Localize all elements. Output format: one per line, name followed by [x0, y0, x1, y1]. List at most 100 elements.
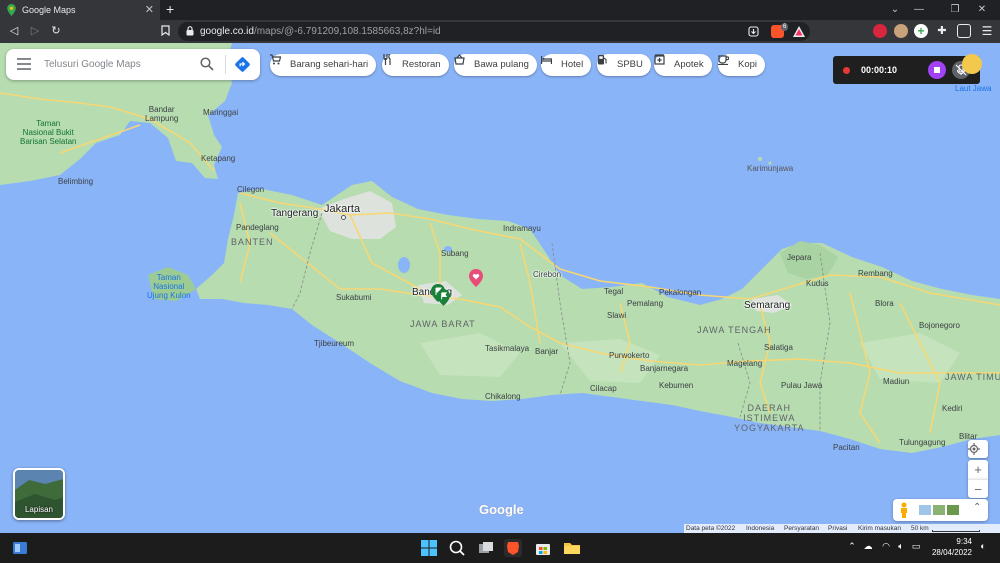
- battery-icon[interactable]: ▭: [910, 541, 922, 552]
- map-label-tjibeureum[interactable]: Tjibeureum: [314, 339, 354, 348]
- map-label-semarang[interactable]: Semarang: [744, 300, 790, 311]
- extension-face-icon[interactable]: [894, 24, 908, 38]
- map-label-pulau-jawa[interactable]: Pulau Jawa: [781, 381, 822, 390]
- map-label-jakarta[interactable]: Jakarta: [324, 203, 360, 215]
- install-app-icon[interactable]: [748, 26, 759, 37]
- bookmark-icon[interactable]: [156, 22, 174, 40]
- map-label-taman-nasional-bukit-barisan[interactable]: Taman Nasional Bukit Barisan Selatan: [20, 119, 76, 146]
- pegman-icon[interactable]: [899, 502, 909, 518]
- map-label-cilegon[interactable]: Cilegon: [237, 185, 264, 194]
- layers-toggle-button[interactable]: Lapisan: [13, 468, 65, 520]
- close-tab-icon[interactable]: ✕: [145, 0, 154, 20]
- map-label-indramayu[interactable]: Indramayu: [503, 224, 541, 233]
- extension-red-icon[interactable]: [873, 24, 887, 38]
- map-label-pacitan[interactable]: Pacitan: [833, 443, 860, 452]
- back-icon[interactable]: ◁: [5, 22, 23, 40]
- map-label-tangerang[interactable]: Tangerang: [271, 208, 318, 219]
- map-label-purwokerto[interactable]: Purwokerto: [609, 351, 649, 360]
- map-label-maringgai[interactable]: Maringgai: [203, 108, 238, 117]
- address-bar[interactable]: google.co.id/maps/@-6.791209,108.1585663…: [178, 22, 810, 41]
- map-label-sukabumi[interactable]: Sukabumi: [336, 293, 372, 302]
- map-label-banjarnegara[interactable]: Banjarnegara: [640, 364, 688, 373]
- show-hidden-icons-icon[interactable]: ⌃: [846, 541, 858, 552]
- flag-pin-icon-2[interactable]: [437, 289, 450, 306]
- maximize-window-icon[interactable]: ❐: [943, 0, 967, 20]
- forward-icon[interactable]: ▷: [26, 22, 44, 40]
- map-label-cilacap[interactable]: Cilacap: [590, 384, 617, 393]
- map-label-ketapang[interactable]: Ketapang: [201, 154, 235, 163]
- chip-pharmacies[interactable]: Apotek: [654, 54, 712, 76]
- attribution-country[interactable]: Indonesia: [746, 524, 774, 533]
- jakarta-capital-marker[interactable]: [341, 215, 346, 220]
- map-label-subang[interactable]: Subang: [441, 249, 469, 258]
- search-input[interactable]: [44, 55, 194, 74]
- chip-takeout[interactable]: Bawa pulang: [454, 54, 537, 76]
- browser-menu-icon[interactable]: ☰: [980, 24, 994, 38]
- map-label-slawi[interactable]: Slawi: [607, 311, 626, 320]
- stop-recording-button[interactable]: [928, 61, 946, 79]
- map-label-tegal[interactable]: Tegal: [604, 287, 623, 296]
- map-label-tulungagung[interactable]: Tulungagung: [899, 438, 945, 447]
- chip-hotels[interactable]: Hotel: [541, 54, 592, 76]
- volume-icon[interactable]: 🔈︎: [895, 541, 907, 552]
- map-label-kebumen[interactable]: Kebumen: [659, 381, 693, 390]
- map-label-taman-ujung-kulon[interactable]: Taman Nasional Ujung Kulon: [147, 273, 191, 300]
- zoom-in-button[interactable]: +: [968, 460, 988, 479]
- reload-icon[interactable]: ↻: [47, 22, 65, 40]
- file-explorer-icon[interactable]: [563, 539, 581, 557]
- expand-icon[interactable]: ⌃: [973, 502, 981, 513]
- map-label-karimunjawa[interactable]: Karimunjawa: [747, 164, 793, 173]
- wifi-icon[interactable]: ◠: [880, 541, 892, 552]
- map-label-pemalang[interactable]: Pemalang: [627, 299, 663, 308]
- taskbar-search-icon[interactable]: [448, 539, 466, 557]
- map-label-kudus[interactable]: Kudus: [806, 279, 829, 288]
- map-label-pekalongan[interactable]: Pekalongan: [659, 288, 701, 297]
- map-label-belimbing[interactable]: Belimbing: [58, 177, 93, 186]
- map-label-bandar-lampung[interactable]: Bandar Lampung: [145, 105, 178, 123]
- extension-plus-icon[interactable]: +: [914, 24, 928, 38]
- chip-restaurants[interactable]: Restoran: [382, 54, 449, 76]
- brave-taskbar-icon[interactable]: [504, 539, 522, 557]
- terms-link[interactable]: Persyaratan: [784, 524, 819, 533]
- map-label-chikalong[interactable]: Chikalong: [485, 392, 521, 401]
- chip-gas-stations[interactable]: SPBU: [597, 54, 651, 76]
- minimize-window-icon[interactable]: —: [907, 0, 931, 20]
- zoom-out-button[interactable]: −: [968, 479, 988, 498]
- map-canvas[interactable]: Bandar Lampung Maringgai Taman Nasional …: [0, 43, 1000, 533]
- windows-start-icon[interactable]: [420, 539, 438, 557]
- map-label-jepara[interactable]: Jepara: [787, 253, 811, 262]
- brave-rewards-icon[interactable]: [793, 26, 805, 37]
- widgets-icon[interactable]: [11, 539, 29, 557]
- map-label-magelang[interactable]: Magelang: [727, 359, 762, 368]
- microsoft-store-icon[interactable]: [534, 539, 552, 557]
- close-window-icon[interactable]: ✕: [970, 0, 994, 20]
- map-label-madiun[interactable]: Madiun: [883, 377, 909, 386]
- hamburger-menu-icon[interactable]: [17, 58, 31, 70]
- browser-tab[interactable]: Google Maps ✕: [0, 0, 160, 20]
- privacy-link[interactable]: Privasi: [828, 524, 848, 533]
- chip-groceries[interactable]: Barang sehari-hari: [270, 54, 377, 76]
- account-avatar[interactable]: [962, 54, 982, 74]
- scale-label[interactable]: 50 km: [911, 524, 929, 533]
- imagery-thumb-3[interactable]: [947, 505, 959, 515]
- imagery-thumb-1[interactable]: [919, 505, 931, 515]
- my-location-button[interactable]: [968, 440, 988, 458]
- system-clock[interactable]: 9:34 28/04/2022: [927, 536, 972, 558]
- chip-coffee[interactable]: Kopi: [718, 54, 766, 76]
- extensions-puzzle-icon[interactable]: ✚: [935, 24, 949, 38]
- onedrive-cloud-icon[interactable]: ☁: [862, 541, 874, 552]
- map-label-kediri[interactable]: Kediri: [942, 404, 962, 413]
- map-label-bojonegoro[interactable]: Bojonegoro: [919, 321, 960, 330]
- saved-place-heart-pin-icon[interactable]: [469, 269, 483, 287]
- map-label-cirebon[interactable]: Cirebon: [533, 270, 561, 279]
- search-icon[interactable]: [200, 57, 214, 71]
- map-label-blora[interactable]: Blora: [875, 299, 894, 308]
- map-label-pandeglang[interactable]: Pandeglang: [236, 223, 279, 232]
- map-label-tasikmalaya[interactable]: Tasikmalaya: [485, 344, 529, 353]
- task-view-icon[interactable]: [477, 539, 495, 557]
- notification-center-icon[interactable]: ◐: [977, 541, 989, 551]
- tab-search-icon[interactable]: ⌄: [883, 0, 907, 20]
- map-label-rembang[interactable]: Rembang: [858, 269, 893, 278]
- map-label-banjar[interactable]: Banjar: [535, 347, 558, 356]
- directions-icon[interactable]: [234, 56, 251, 73]
